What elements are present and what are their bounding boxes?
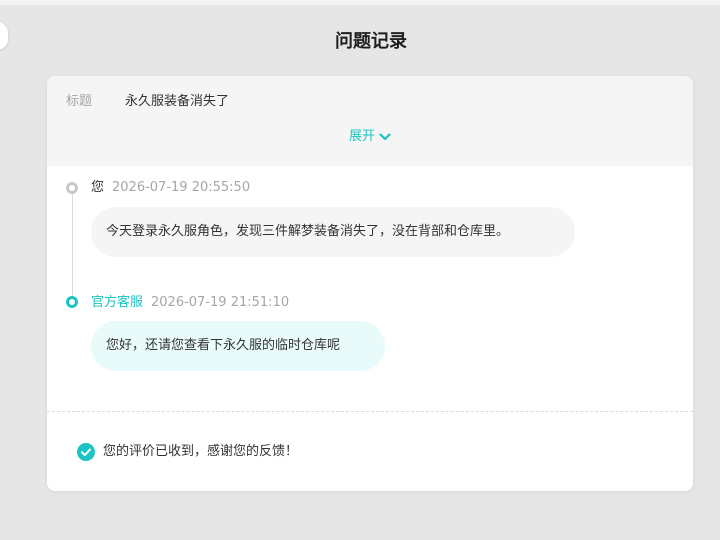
timeline-line — [72, 192, 73, 300]
message-bubble-agent: 您好，还请您查看下永久服的临时仓库呢 — [91, 321, 385, 371]
message-meta-agent: 官方客服 2026-07-19 21:51:10 — [91, 294, 289, 312]
ticket-header: 标题 永久服装备消失了 展开 — [47, 76, 693, 166]
message-time: 2026-07-19 21:51:10 — [151, 295, 290, 310]
page-title: 问题记录 — [335, 31, 407, 52]
message-time: 2026-07-19 20:55:50 — [112, 180, 251, 195]
expand-label: 展开 — [348, 129, 375, 144]
rating-status: 您的评价已收到，感谢您的反馈！ — [77, 442, 298, 462]
message-meta-user: 您 2026-07-19 20:55:50 — [91, 179, 250, 197]
rating-text: 您的评价已收到，感谢您的反馈！ — [103, 444, 299, 459]
ticket-title-label: 标题 — [66, 94, 93, 109]
dashed-divider — [47, 411, 693, 412]
chevron-down-icon — [379, 132, 391, 140]
expand-button[interactable]: 展开 — [47, 128, 693, 146]
message-bubble-user: 今天登录永久服角色，发现三件解梦装备消失了，没在背部和仓库里。 — [91, 207, 575, 257]
message-sender: 官方客服 — [91, 295, 144, 310]
ticket-title-value: 永久服装备消失了 — [125, 94, 230, 109]
message-sender: 您 — [91, 180, 105, 195]
timeline-dot-agent — [66, 296, 78, 308]
ticket-card: 标题 永久服装备消失了 展开 您 2026-07-19 20:55:50 今天登录… — [47, 76, 693, 491]
check-circle-icon — [77, 443, 95, 461]
top-strip — [0, 0, 720, 5]
timeline-dot-user — [66, 182, 78, 194]
